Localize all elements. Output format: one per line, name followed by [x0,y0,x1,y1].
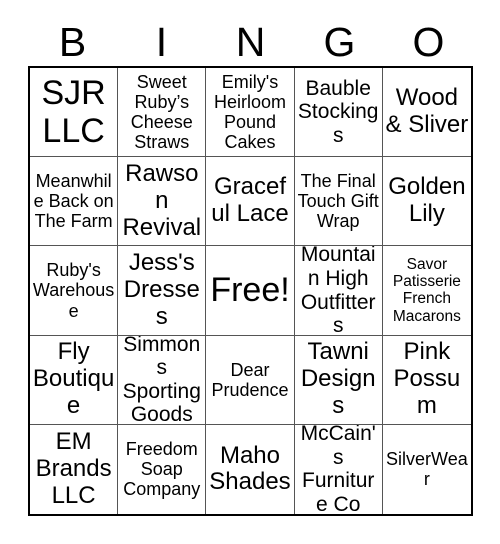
bingo-cell-label: Fly Boutique [32,338,115,420]
bingo-cell-label: EM Brands LLC [35,428,112,509]
bingo-cell-label: Freedom Soap Company [123,439,201,500]
bingo-cell-label: Jess's Dresses [123,249,200,330]
bingo-cell-label: Simmons Sporting Goods [122,335,201,425]
bingo-cell-label: Bauble Stockings [297,76,379,147]
bingo-cell-label: Pink Possum [393,338,461,420]
bingo-cell[interactable]: Bauble Stockings [294,68,383,158]
bingo-cell-label: Sweet Ruby’s Cheese Straws [130,71,193,153]
header-letter-o: O [412,18,445,65]
bingo-cell-label: Graceful Lace [211,173,289,228]
bingo-cell[interactable]: The Final Touch Gift Wrap [294,157,383,247]
bingo-cell-label: Ruby's Warehouse [32,260,115,321]
bingo-cell[interactable]: Mountain High Outfitters [294,246,383,336]
bingo-cell-label: Maho Shades [209,441,291,496]
bingo-cell-label: Free! [210,271,290,310]
bingo-cell[interactable]: Tawni Designs [294,335,383,425]
bingo-cell[interactable]: SJR LLC [30,68,119,158]
bingo-cell-label: McCain's Furniture Co [300,424,376,514]
bingo-cell[interactable]: Simmons Sporting Goods [118,335,207,425]
bingo-cell[interactable]: McCain's Furniture Co [295,424,383,514]
bingo-cell[interactable]: Wood & Sliver [382,68,471,158]
bingo-cell-label: Golden Lily [388,173,466,228]
bingo-cell[interactable]: Graceful Lace [206,157,295,247]
bingo-cell[interactable]: Savor Patisserie French Macarons [382,246,471,336]
bingo-cell-label: Mountain High Outfitters [300,246,376,336]
bingo-cell[interactable]: Ruby's Warehouse [30,246,119,336]
bingo-cell-label: Emily's Heirloom Pound Cakes [213,71,286,153]
bingo-header: B I N G O [28,18,473,66]
bingo-cell-label: Meanwhile Back on The Farm [33,171,114,232]
bingo-cell[interactable]: Fly Boutique [30,335,119,425]
bingo-cell[interactable]: SilverWear [383,425,471,514]
bingo-cell-label: SilverWear [386,449,468,490]
bingo-cell[interactable]: Emily's Heirloom Pound Cakes [206,68,295,158]
bingo-cell[interactable]: Meanwhile Back on The Farm [30,157,119,247]
header-letter-n: N [235,18,266,65]
header-letter-i: I [155,18,168,65]
bingo-cell[interactable]: Maho Shades [206,424,295,514]
header-letter-g: G [323,18,356,65]
bingo-cell-label: Savor Patisserie French Macarons [392,255,461,325]
bingo-cell[interactable]: Sweet Ruby’s Cheese Straws [118,68,207,158]
bingo-cell-label: Wood & Sliver [385,84,469,139]
header-letter-b: B [58,18,87,65]
bingo-cell[interactable]: Rawson Revival [118,157,207,247]
bingo-cell[interactable]: Golden Lily [382,157,471,247]
bingo-card: B I N G O SJR LLC Sweet Ruby’s Cheese St… [0,0,500,544]
bingo-cell[interactable]: Freedom Soap Company [118,424,207,514]
bingo-grid: SJR LLC Sweet Ruby’s Cheese Straws Emily… [28,66,473,516]
bingo-cell-label: Tawni Designs [300,338,376,420]
bingo-cell[interactable]: Jess's Dresses [118,246,207,336]
bingo-cell[interactable]: Dear Prudence [206,335,295,425]
bingo-cell[interactable]: Pink Possum [382,336,471,425]
bingo-cell-free[interactable]: Free! [206,246,295,336]
bingo-cell-label: SJR LLC [41,74,106,151]
bingo-cell[interactable]: EM Brands LLC [30,424,119,514]
bingo-cell-label: The Final Touch Gift Wrap [297,171,379,232]
bingo-cell-label: Dear Prudence [211,359,289,400]
bingo-cell-label: Rawson Revival [122,159,202,241]
